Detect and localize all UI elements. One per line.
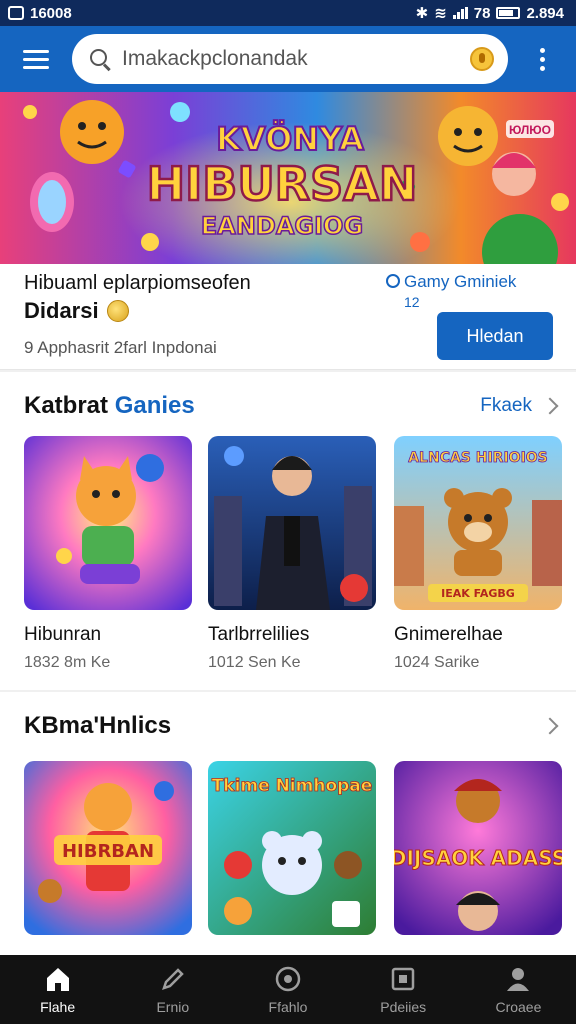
section-popular: KBma'Hnlics HIBRBAN Tkime Nimhopae DIJSA… xyxy=(0,706,576,955)
see-more-link[interactable]: Fkaek xyxy=(480,395,559,417)
hero-banner[interactable]: ЮЛЮО KVÖNYA HIBURSAN EANDAGIOG xyxy=(0,92,576,264)
nav-record-label: Ffahlo xyxy=(268,999,308,1015)
signal-icon xyxy=(452,7,468,19)
see-more-label: Fkaek xyxy=(480,395,532,416)
game-meta: 1012 Sen Ke xyxy=(208,654,301,671)
search-input[interactable]: Imakackpclonandak xyxy=(122,47,470,71)
game-card[interactable]: Tarlbrrelilies 1012 Sen Ke xyxy=(208,436,376,672)
chevron-right-icon xyxy=(541,397,559,415)
install-button[interactable]: Hledan xyxy=(437,312,553,360)
status-bar-left: 16008 xyxy=(8,5,72,22)
game-name: Hibunran xyxy=(24,624,102,645)
game-thumbnail: ALNCAS HIRIOIOS IEAK FAGBG xyxy=(394,436,562,610)
featured-info-panel: Hibuaml eplarpiomseofen Didarsi 9 Apphas… xyxy=(0,264,576,370)
coin-icon xyxy=(106,300,129,322)
status-bar: 16008 ✱ ≋ 78 2.894 xyxy=(0,0,576,26)
see-more-link[interactable] xyxy=(541,717,559,735)
status-clock: 2.894 xyxy=(526,4,564,22)
search-bar[interactable]: Imakackpclonandak xyxy=(72,34,508,84)
notification-icon xyxy=(8,6,24,20)
nav-library-label: Pdeiies xyxy=(380,999,427,1015)
section-games-title-plain: Katbrat xyxy=(24,392,115,419)
game-meta: 1024 Sarike xyxy=(394,654,480,671)
more-options-icon[interactable] xyxy=(508,26,576,92)
game-card[interactable]: HIBRBAN xyxy=(24,761,192,935)
nav-profile[interactable]: Croaee xyxy=(461,955,576,1024)
nav-profile-label: Croaee xyxy=(495,999,542,1015)
profile-icon xyxy=(503,964,533,994)
chevron-right-icon xyxy=(541,717,559,735)
section-divider xyxy=(0,370,576,372)
bluetooth-icon: ✱ xyxy=(415,5,429,22)
developer-link[interactable]: Gamy Gminiek xyxy=(386,272,516,292)
hero-title-line1: KVÖNYA xyxy=(216,120,364,158)
featured-subtitle-row: Didarsi xyxy=(24,298,129,324)
hero-badge: ЮЛЮО xyxy=(509,123,551,137)
featured-title: Hibuaml eplarpiomseofen xyxy=(24,272,251,294)
thumb-art-text: DIJSAOK ADASS xyxy=(394,846,562,870)
featured-meta: 9 Apphasrit 2farl Inpdonai xyxy=(24,338,217,357)
section-popular-title: KBma'Hnlics xyxy=(24,712,172,739)
thumb-art-text: HIBRBAN xyxy=(62,841,154,862)
bottom-navigation: Flahe Ernio Ffahlo Pdeiies Croaee xyxy=(0,955,576,1024)
nav-home[interactable]: Flahe xyxy=(0,955,115,1024)
app-screen: 16008 ✱ ≋ 78 2.894 Imakackpclonandak ЮЛЮ… xyxy=(0,0,576,1024)
battery-text: 78 xyxy=(473,4,491,22)
game-name: Gnimerelhae xyxy=(394,624,503,645)
pen-icon xyxy=(158,964,188,994)
status-time: 16008 xyxy=(30,4,72,22)
section-games-title-accent: Ganies xyxy=(114,392,195,419)
nav-edit[interactable]: Ernio xyxy=(115,955,230,1024)
game-card[interactable]: ALNCAS HIRIOIOS IEAK FAGBG Gnimerelhae 1… xyxy=(394,436,562,672)
record-icon xyxy=(273,964,303,994)
game-meta: 1832 8m Ke xyxy=(24,654,111,671)
thumb-art-text: Tkime Nimhopae xyxy=(212,776,373,796)
hamburger-menu-icon[interactable] xyxy=(0,26,72,92)
section-games: Katbrat Ganies Fkaek Hibunran 1832 8m Ke… xyxy=(0,386,576,686)
nav-home-label: Flahe xyxy=(40,999,76,1015)
section-games-header: Katbrat Ganies Fkaek xyxy=(24,386,559,426)
thumb-text-top: ALNCAS HIRIOIOS xyxy=(408,450,548,466)
developer-link-text: Gamy Gminiek xyxy=(404,272,517,291)
section-games-title: Katbrat Ganies xyxy=(24,392,195,420)
hero-title-line3: EANDAGIOG xyxy=(201,212,363,240)
home-icon xyxy=(43,964,73,994)
game-thumbnail: Tkime Nimhopae xyxy=(208,761,376,935)
location-icon xyxy=(386,274,400,288)
search-icon xyxy=(88,47,112,71)
hero-title-line2: HIBURSAN xyxy=(147,157,418,211)
game-thumbnail xyxy=(208,436,376,610)
game-card[interactable]: Hibunran 1832 8m Ke xyxy=(24,436,192,672)
game-thumbnail: HIBRBAN xyxy=(24,761,192,935)
game-name: Tarlbrrelilies xyxy=(208,624,310,645)
game-thumbnail xyxy=(24,436,192,610)
section-popular-header: KBma'Hnlics xyxy=(24,706,559,746)
voice-search-icon[interactable] xyxy=(470,47,494,71)
nav-record[interactable]: Ffahlo xyxy=(230,955,345,1024)
game-card[interactable]: DIJSAOK ADASS xyxy=(394,761,562,935)
featured-subtitle: Didarsi xyxy=(24,298,99,323)
battery-icon xyxy=(496,7,521,19)
hero-banner-art: ЮЛЮО KVÖNYA HIBURSAN EANDAGIOG xyxy=(0,92,576,264)
game-card[interactable]: Tkime Nimhopae xyxy=(208,761,376,935)
nav-library[interactable]: Pdeiies xyxy=(346,955,461,1024)
status-bar-right: ✱ ≋ 78 2.894 xyxy=(415,4,564,23)
thumb-text-bottom: IEAK FAGBG xyxy=(441,587,515,600)
section-divider xyxy=(0,690,576,692)
wifi-icon: ≋ xyxy=(434,5,447,22)
tile-icon xyxy=(388,964,418,994)
nav-edit-label: Ernio xyxy=(156,999,190,1015)
developer-link-sub: 12 xyxy=(404,294,420,310)
app-bar: Imakackpclonandak xyxy=(0,26,576,92)
game-thumbnail: DIJSAOK ADASS xyxy=(394,761,562,935)
